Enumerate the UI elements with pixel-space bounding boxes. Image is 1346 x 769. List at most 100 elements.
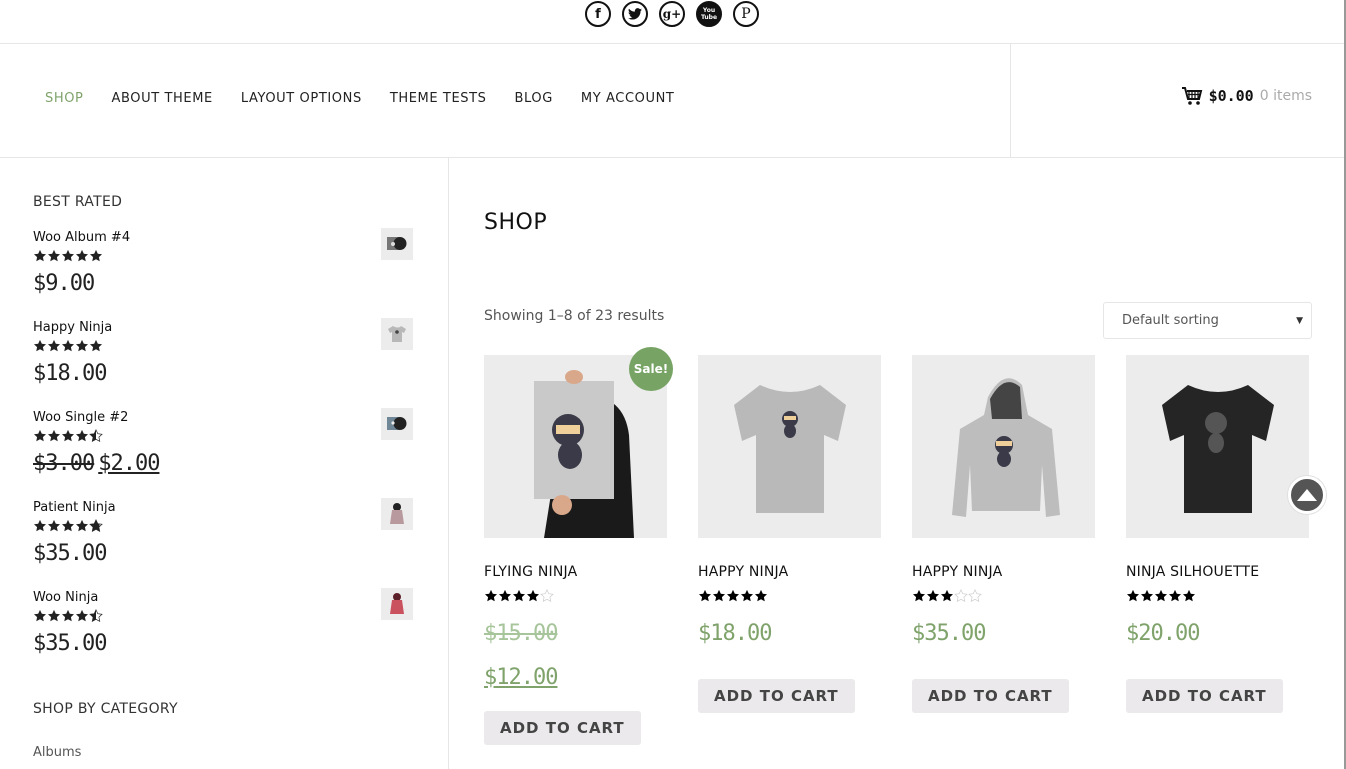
product-image-happy-ninja-tshirt[interactable] [698,355,881,538]
star-rating [912,589,982,604]
product-title[interactable]: HAPPY NINJA [698,564,881,580]
star-filled-icon [75,249,89,262]
best-rated-title: BEST RATED [33,194,123,210]
star-rating [698,589,768,604]
result-count: Showing 1–8 of 23 results [484,308,665,324]
add-to-cart-button[interactable]: ADD TO CART [1126,679,1283,713]
nav-item-shop[interactable]: SHOP [45,91,84,106]
product-thumbnail-album[interactable] [381,228,413,260]
best-rated-item: Woo Ninja $35.00 [33,588,413,676]
nav-item-my-account[interactable]: MY ACCOUNT [581,91,675,106]
best-rated-item: Happy Ninja $18.00 [33,318,413,406]
old-price: $15.00 [484,621,558,646]
product-card: Sale! FLYING NINJA $15.00 $12.00 ADD TO … [484,347,673,745]
star-rating [484,589,554,604]
best-rated-item-name[interactable]: Woo Album #4 [33,230,413,245]
sidebar: BEST RATED Woo Album #4 $9.00 Happy Ninj… [0,158,449,769]
sorting-selected-value: Default sorting [1122,313,1219,328]
youtube-icon[interactable]: You Tube [696,1,722,27]
best-rated-item-price: $35.00 [33,541,107,566]
star-filled-icon [33,339,47,352]
star-filled-icon [61,429,75,442]
twitter-icon[interactable] [622,1,648,27]
site-header: SHOP ABOUT THEME LAYOUT OPTIONS THEME TE… [0,44,1346,158]
sale-price: $2.00 [98,451,160,476]
product-title[interactable]: NINJA SILHOUETTE [1126,564,1309,580]
chevron-up-icon [1297,489,1317,501]
product-card: NINJA SILHOUETTE $20.00 ADD TO CART [1126,355,1309,713]
star-filled-icon [926,589,940,602]
star-filled-icon [33,519,47,532]
star-rating [33,609,103,624]
star-filled-icon [1154,589,1168,602]
best-rated-item-price: $35.00 [33,631,107,656]
product-price: $18.00 [698,621,772,646]
google-plus-icon[interactable]: g+ [659,1,685,27]
dropdown-arrow-icon: ▼ [1296,315,1303,326]
scroll-to-top-button[interactable] [1288,476,1326,514]
main-nav: SHOP ABOUT THEME LAYOUT OPTIONS THEME TE… [45,91,674,106]
best-rated-item-name[interactable]: Woo Single #2 [33,410,413,425]
add-to-cart-button[interactable]: ADD TO CART [912,679,1069,713]
best-rated-item-price: $3.00 $2.00 [33,451,413,476]
product-card: HAPPY NINJA $18.00 ADD TO CART [698,355,881,713]
cart-total: $0.00 [1208,87,1254,105]
cart-count: 0 items [1259,88,1312,104]
product-image-ninja-silhouette[interactable] [1126,355,1309,538]
star-empty-icon [954,589,968,602]
star-rating [33,519,103,534]
product-thumbnail-tshirt[interactable] [381,318,413,350]
star-filled-icon [1182,589,1196,602]
star-filled-icon [940,589,954,602]
shop-by-category-title: SHOP BY CATEGORY [33,701,178,717]
star-filled-icon [512,589,526,602]
star-filled-icon [33,249,47,262]
nav-item-layout-options[interactable]: LAYOUT OPTIONS [241,91,362,106]
best-rated-item: Woo Album #4 $9.00 [33,228,413,316]
product-thumbnail-hoodie-red[interactable] [381,588,413,620]
mini-cart[interactable]: $0.00 0 items [1181,86,1312,106]
star-filled-icon [47,249,61,262]
star-filled-icon [75,519,89,532]
best-rated-item-price: $9.00 [33,271,95,296]
star-filled-icon [75,609,89,622]
add-to-cart-button[interactable]: ADD TO CART [484,711,641,745]
sorting-select[interactable]: Default sorting ▼ [1103,302,1312,339]
star-filled-icon [754,589,768,602]
product-title[interactable]: FLYING NINJA [484,564,667,580]
nav-item-theme-tests[interactable]: THEME TESTS [390,91,487,106]
cart-icon [1181,87,1202,105]
product-title[interactable]: HAPPY NINJA [912,564,1095,580]
product-thumbnail-hoodie[interactable] [381,498,413,530]
star-filled-icon [526,589,540,602]
star-filled-icon [33,609,47,622]
old-price: $3.00 [33,451,95,476]
star-filled-icon [75,339,89,352]
product-price: $15.00 $12.00 [484,619,667,693]
header-divider [1010,44,1011,157]
best-rated-item-name[interactable]: Woo Ninja [33,590,413,605]
star-filled-icon [61,609,75,622]
star-filled-icon [47,609,61,622]
best-rated-item: Woo Single #2 $3.00 $2.00 [33,408,413,496]
star-filled-icon [47,429,61,442]
social-icons: f g+ You Tube P [585,1,759,27]
star-rating [1126,589,1196,604]
pinterest-icon[interactable]: P [733,1,759,27]
star-filled-icon [726,589,740,602]
category-link-albums[interactable]: Albums [33,745,81,760]
product-thumbnail-single[interactable] [381,408,413,440]
star-rating [33,339,103,354]
shop-main: SHOP Showing 1–8 of 23 results Default s… [450,158,1344,769]
star-half-icon [89,429,103,442]
add-to-cart-button[interactable]: ADD TO CART [698,679,855,713]
best-rated-item-price: $18.00 [33,361,107,386]
best-rated-item-name[interactable]: Happy Ninja [33,320,413,335]
nav-item-blog[interactable]: BLOG [515,91,553,106]
nav-item-about-theme[interactable]: ABOUT THEME [112,91,213,106]
facebook-icon[interactable]: f [585,1,611,27]
best-rated-item-name[interactable]: Patient Ninja [33,500,413,515]
star-filled-icon [61,249,75,262]
star-filled-icon [89,249,103,262]
product-image-happy-ninja-hoodie[interactable] [912,355,1095,538]
